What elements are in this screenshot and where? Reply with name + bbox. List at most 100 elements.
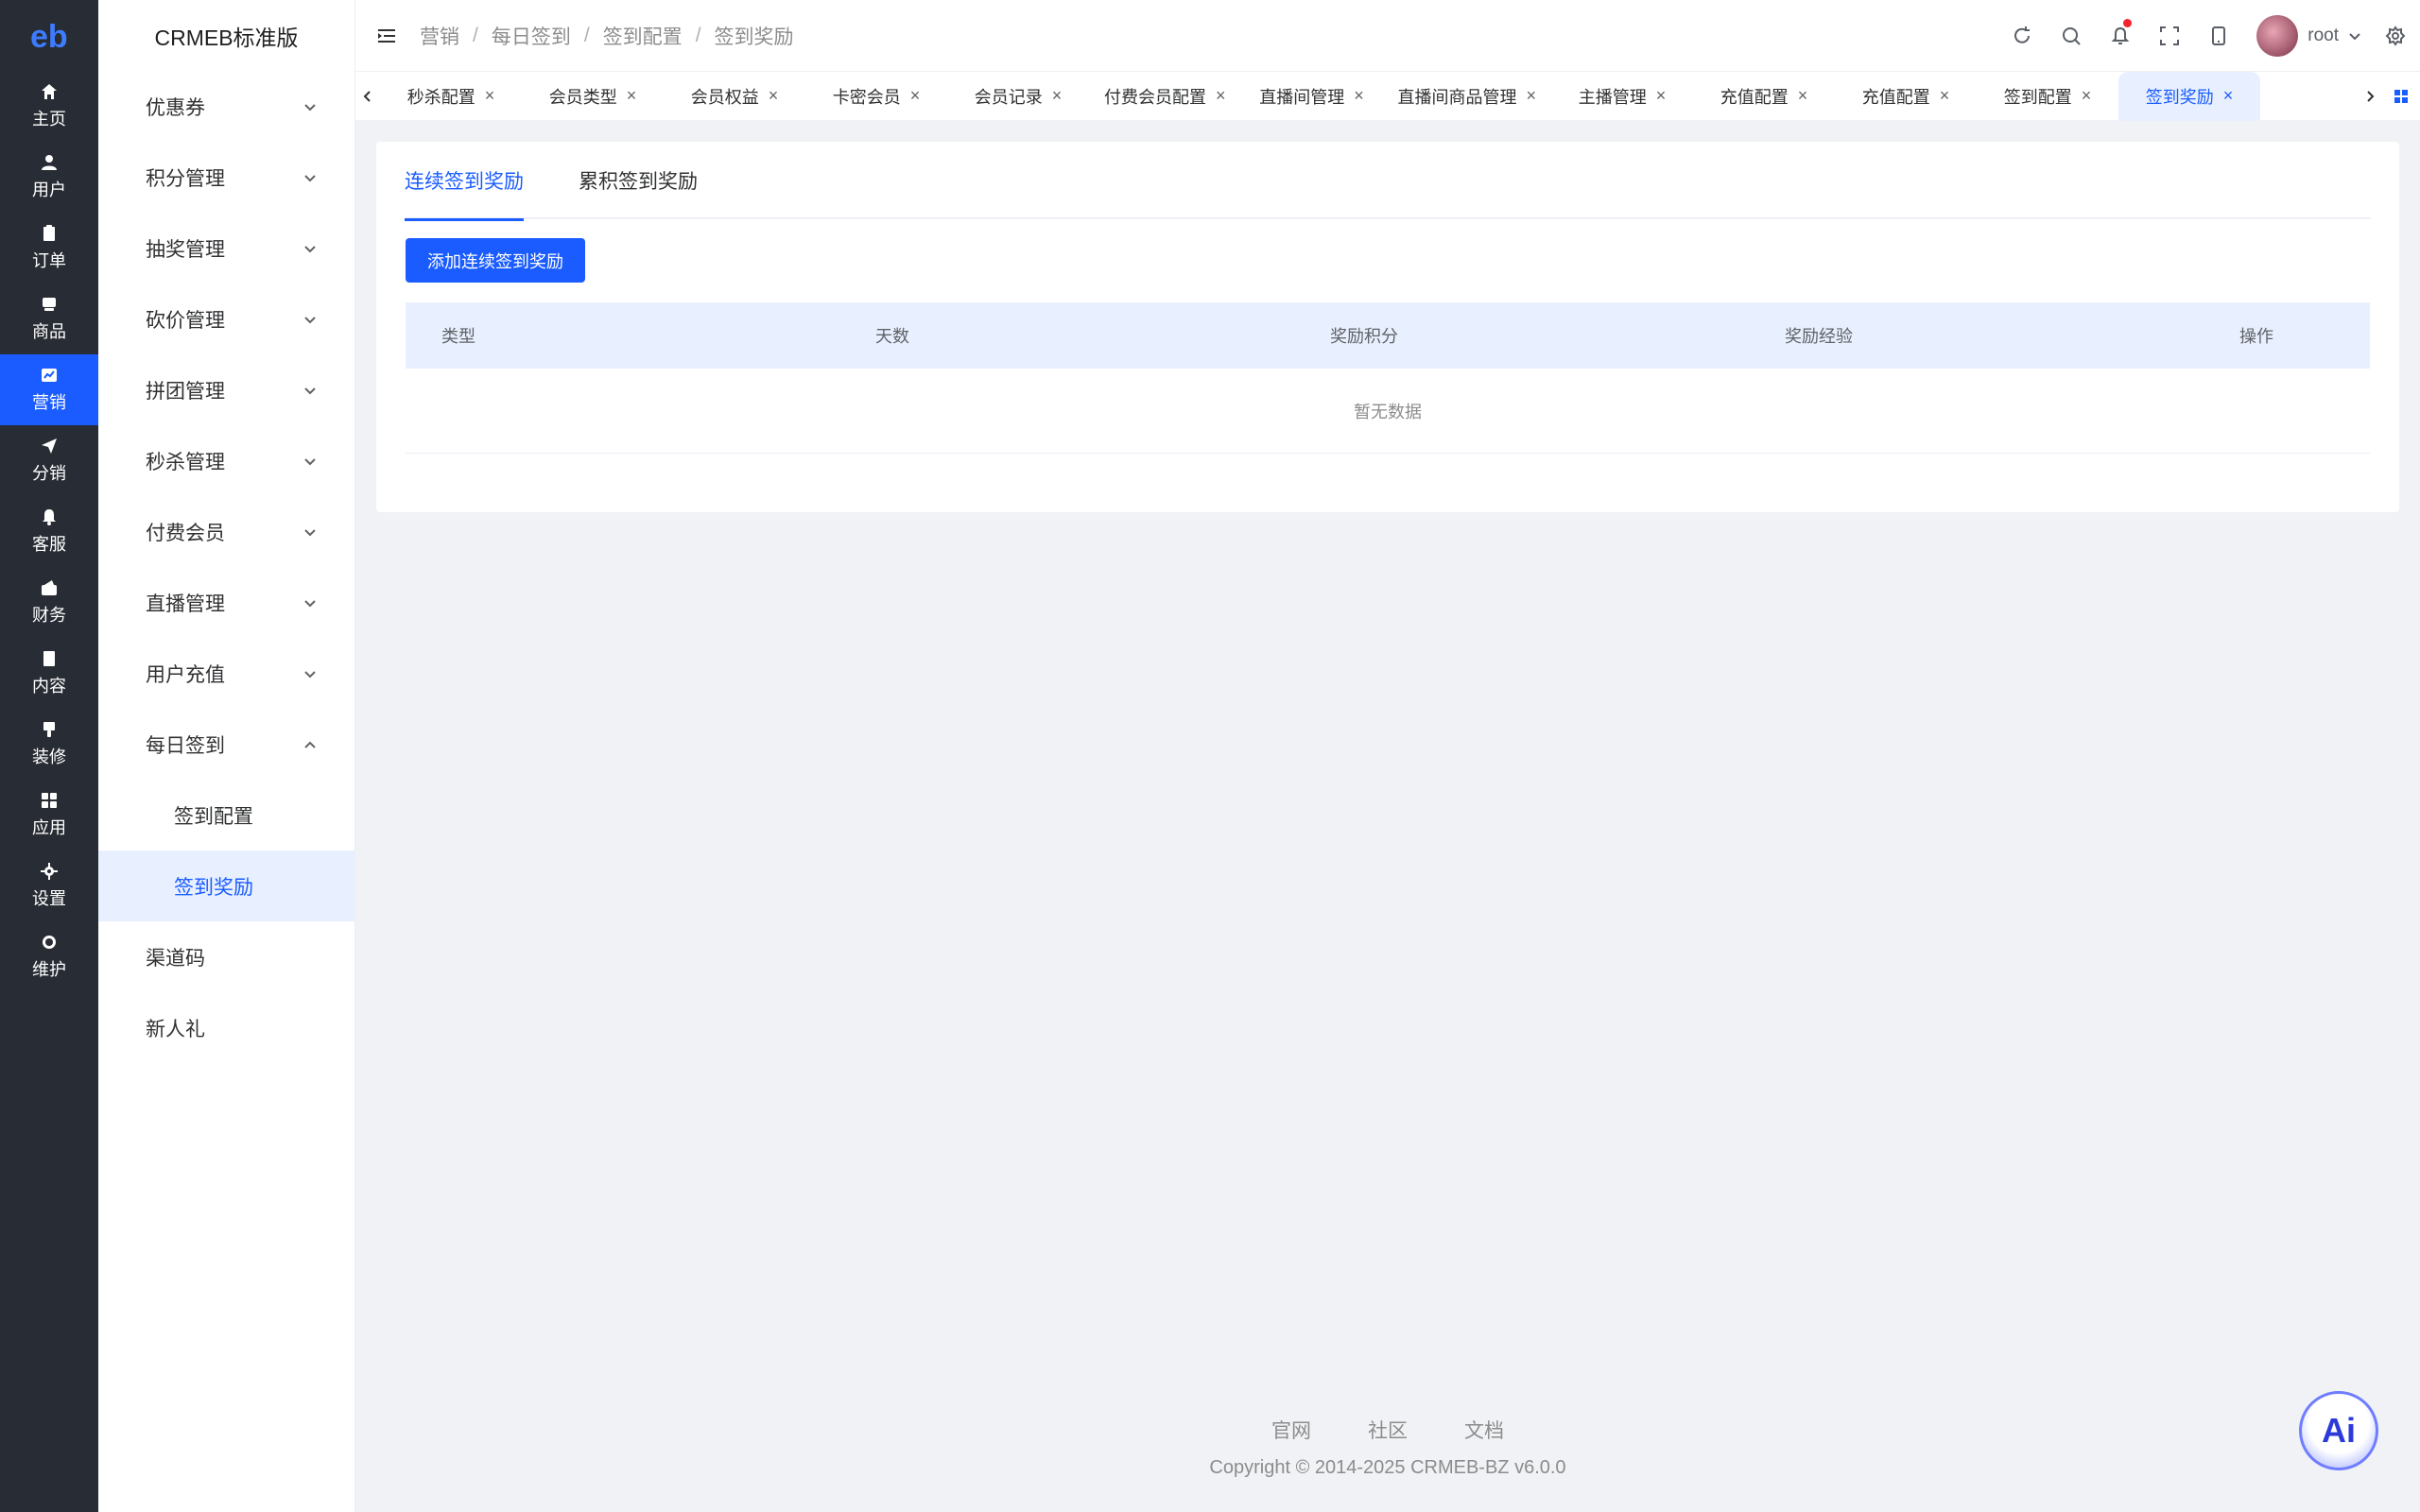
tab-card-member[interactable]: 卡密会员 × [805,72,947,121]
copyright: Copyright © 2014-2025 CRMEB-BZ v6.0.0 [1209,1457,1566,1478]
breadcrumb-item[interactable]: 签到配置 [603,22,683,50]
tab-checkin-config[interactable]: 签到配置 × [1977,72,2118,121]
order-icon [43,224,55,241]
breadcrumb-separator: / [583,24,590,46]
menu-sub-checkin-reward[interactable]: 签到奖励 [98,850,354,921]
menu-item-live[interactable]: 直播管理 [98,567,354,638]
reward-table: 类型 天数 奖励积分 奖励经验 操作 暂无数据 [406,302,2370,454]
menu-item-group-buy[interactable]: 拼团管理 [98,354,354,425]
rail-item-apps[interactable]: 应用 [0,780,98,850]
footer-link-official[interactable]: 官网 [1271,1416,1311,1444]
mobile-preview-button[interactable] [2194,0,2243,71]
menu-item-points[interactable]: 积分管理 [98,142,354,213]
tab-member-benefits[interactable]: 会员权益 × [664,72,805,121]
tab-cumulative-checkin-reward[interactable]: 累积签到奖励 [579,142,698,219]
menu-item-lottery[interactable]: 抽奖管理 [98,213,354,284]
menu-item-flash-sale[interactable]: 秒杀管理 [98,425,354,496]
header-tools: root [1997,0,2420,71]
menu-toggle-icon[interactable] [376,26,397,46]
rail-item-user[interactable]: 用户 [0,142,98,213]
rail-item-distribution[interactable]: 分销 [0,425,98,496]
tab-anchor[interactable]: 主播管理 × [1551,72,1693,121]
settings-button[interactable] [2371,0,2420,71]
tab-checkin-reward[interactable]: 签到奖励 × [2118,71,2261,121]
rail-item-label: 分销 [32,463,66,483]
footer-link-community[interactable]: 社区 [1368,1416,1408,1444]
menu-item-label: 每日签到 [146,734,225,757]
close-icon[interactable]: × [1798,86,1808,106]
rail-item-decoration[interactable]: 装修 [0,709,98,780]
tab-flash-sale-config[interactable]: 秒杀配置 × [380,72,522,121]
close-icon[interactable]: × [1052,86,1063,106]
close-icon[interactable]: × [910,86,921,106]
rail-item-service[interactable]: 客服 [0,496,98,567]
brush-icon [43,721,55,737]
close-icon[interactable]: × [2223,86,2234,106]
menu-item-channel-code[interactable]: 渠道码 [98,921,354,992]
search-button[interactable] [2047,0,2096,71]
footer-link-docs[interactable]: 文档 [1464,1416,1504,1444]
secondary-menu: CRMEB标准版 优惠券 积分管理 抽奖管理 砍价管理 拼团管理 秒杀管理 付费… [98,0,355,1512]
close-icon[interactable]: × [627,86,637,106]
rail-item-content[interactable]: 内容 [0,638,98,709]
close-icon[interactable]: × [1940,86,1950,106]
ai-assistant-button[interactable]: Ai [2299,1391,2378,1470]
menu-item-recharge[interactable]: 用户充值 [98,638,354,709]
rail-item-label: 营销 [32,392,66,412]
refresh-button[interactable] [1997,0,2047,71]
menu-item-label: 直播管理 [146,593,225,615]
close-icon[interactable]: × [769,86,779,106]
tab-label: 主播管理 [1578,87,1647,107]
fullscreen-icon [2160,26,2180,45]
tab-member-records[interactable]: 会员记录 × [947,72,1089,121]
tab-label: 签到奖励 [2145,87,2214,107]
tabs-scroll-left[interactable] [355,72,380,121]
chevron-down-icon [304,245,316,252]
rail-item-settings[interactable]: 设置 [0,850,98,921]
close-icon[interactable]: × [1527,86,1537,106]
grid-icon [2394,89,2408,103]
user-menu[interactable]: root [2256,14,2361,57]
menu-item-daily-checkin[interactable]: 每日签到 [98,709,354,780]
top-header: 营销 / 每日签到 / 签到配置 / 签到奖励 root [355,0,2420,71]
close-icon[interactable]: × [1354,86,1364,106]
chevron-down-icon [304,387,316,394]
tabs-menu-button[interactable] [2382,72,2420,121]
rail-item-order[interactable]: 订单 [0,213,98,284]
tab-continuous-checkin-reward[interactable]: 连续签到奖励 [405,142,524,221]
breadcrumb-item[interactable]: 营销 [420,22,459,50]
close-icon[interactable]: × [1216,86,1226,106]
tab-recharge-config[interactable]: 充值配置 × [1693,72,1835,121]
menu-sub-label: 签到奖励 [174,876,253,899]
rail-item-product[interactable]: 商品 [0,284,98,354]
tabs-scroll-right[interactable] [2358,72,2382,121]
close-icon[interactable]: × [1656,86,1667,106]
menu-sub-checkin-config[interactable]: 签到配置 [98,780,354,850]
menu-item-label: 拼团管理 [146,380,225,403]
close-icon[interactable]: × [2082,86,2092,106]
rail-item-home[interactable]: 主页 [0,71,98,142]
breadcrumb-item[interactable]: 每日签到 [492,22,571,50]
product-icon [43,297,56,311]
table-header: 类型 天数 奖励积分 奖励经验 操作 [406,302,2370,369]
menu-item-coupon[interactable]: 优惠券 [98,71,354,142]
tab-member-type[interactable]: 会员类型 × [522,72,664,121]
rail-item-marketing[interactable]: 营销 [0,354,98,425]
close-icon[interactable]: × [485,86,495,106]
app-title: CRMEB标准版 [154,25,299,50]
menu-item-label: 秒杀管理 [146,451,225,473]
logo[interactable]: eb [0,0,98,71]
footer: 官网 社区 文档 Copyright © 2014-2025 CRMEB-BZ … [355,1416,2420,1479]
rail-item-finance[interactable]: 财务 [0,567,98,638]
rail-item-maintenance[interactable]: 维护 [0,921,98,992]
menu-item-new-user-gift[interactable]: 新人礼 [98,992,354,1063]
tab-recharge-config-2[interactable]: 充值配置 × [1835,72,1977,121]
menu-item-paid-member[interactable]: 付费会员 [98,496,354,567]
add-continuous-reward-button[interactable]: 添加连续签到奖励 [406,238,585,283]
fullscreen-button[interactable] [2145,0,2194,71]
tab-paid-member-config[interactable]: 付费会员配置 × [1089,72,1241,121]
menu-item-bargain[interactable]: 砍价管理 [98,284,354,354]
tab-live-room-products[interactable]: 直播间商品管理 × [1383,72,1552,121]
notifications-button[interactable] [2096,0,2145,71]
tab-live-room[interactable]: 直播间管理 × [1241,72,1383,121]
